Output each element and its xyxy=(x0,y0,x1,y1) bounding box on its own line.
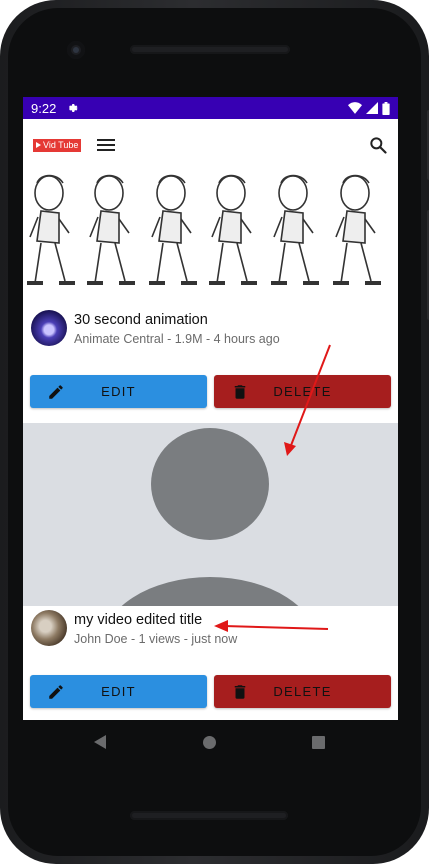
nav-home-button[interactable] xyxy=(203,736,216,749)
video-text: 30 second animation Animate Central - 1.… xyxy=(74,310,280,346)
channel-avatar[interactable] xyxy=(31,310,67,346)
video-info-row[interactable]: my video edited title John Doe - 1 views… xyxy=(23,606,398,663)
signal-icon xyxy=(366,102,378,114)
edit-button[interactable]: EDIT xyxy=(30,675,207,708)
placeholder-person-head xyxy=(151,428,269,540)
video-thumbnail-placeholder[interactable] xyxy=(23,423,398,606)
app-bar: Vid Tube xyxy=(23,119,398,171)
nav-recents-button[interactable] xyxy=(312,736,325,749)
pencil-icon xyxy=(49,385,63,399)
front-camera xyxy=(67,41,85,59)
earpiece-speaker xyxy=(130,45,290,54)
status-bar: 9:22 xyxy=(23,97,398,119)
battery-icon xyxy=(382,101,390,115)
wifi-icon xyxy=(348,102,362,114)
edit-button-label: EDIT xyxy=(101,684,136,699)
nav-back-button[interactable] xyxy=(94,735,106,749)
trash-icon xyxy=(234,685,246,699)
pencil-icon xyxy=(49,685,63,699)
delete-button-label: DELETE xyxy=(273,684,332,699)
channel-avatar[interactable] xyxy=(31,610,67,646)
video-actions: EDIT DELETE xyxy=(23,663,398,720)
delete-button-label: DELETE xyxy=(273,384,332,399)
video-subtitle: Animate Central - 1.9M - 4 hours ago xyxy=(74,332,280,346)
walk-cycle-drawing xyxy=(27,173,383,285)
play-icon xyxy=(36,142,41,148)
search-icon[interactable] xyxy=(368,135,388,155)
video-title: 30 second animation xyxy=(74,312,208,328)
video-info-row[interactable]: 30 second animation Animate Central - 1.… xyxy=(23,306,398,363)
hamburger-menu-icon[interactable] xyxy=(97,136,116,154)
app-logo[interactable]: Vid Tube xyxy=(33,138,82,152)
video-thumbnail-animation[interactable] xyxy=(23,171,398,306)
placeholder-person-body xyxy=(101,577,319,606)
video-text: my video edited title John Doe - 1 views… xyxy=(74,610,237,646)
edit-button[interactable]: EDIT xyxy=(30,375,207,408)
edit-button-label: EDIT xyxy=(101,384,136,399)
app-screen: 9:22 Vid Tube 30 second animation Animat… xyxy=(23,97,398,720)
delete-button[interactable]: DELETE xyxy=(214,675,391,708)
status-time: 9:22 xyxy=(31,100,57,116)
video-title: my video edited title xyxy=(74,612,203,628)
video-subtitle: John Doe - 1 views - just now xyxy=(74,632,238,646)
trash-icon xyxy=(234,385,246,399)
gear-icon xyxy=(69,104,78,112)
app-logo-text: Vid Tube xyxy=(43,139,79,150)
bottom-speaker xyxy=(130,811,288,820)
video-actions: EDIT DELETE xyxy=(23,363,398,423)
delete-button[interactable]: DELETE xyxy=(214,375,391,408)
